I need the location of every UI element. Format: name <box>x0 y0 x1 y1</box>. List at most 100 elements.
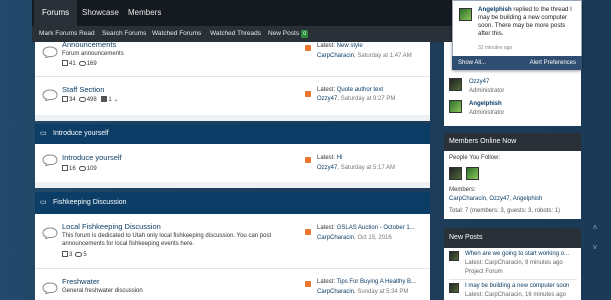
avatar-angelphish[interactable] <box>449 100 462 113</box>
messages-icon <box>75 252 83 257</box>
forum-latest: Latest: Tips For Buying A Healthy B... <box>317 279 417 285</box>
rss-icon[interactable] <box>305 91 311 97</box>
category-header-introduce[interactable]: ▭ Introduce yourself <box>35 124 430 144</box>
alert-footer: Show All... Alert Preferences <box>452 56 582 70</box>
folder-icon: ▭ <box>40 130 47 137</box>
forum-title[interactable]: Announcements <box>62 40 116 49</box>
rss-icon[interactable] <box>305 157 311 163</box>
forum-latest-meta: Ozzy47, Saturday at 9:27 PM <box>317 96 396 102</box>
forum-bubble-icon <box>42 227 58 239</box>
latest-author-link[interactable]: Ozzy47 <box>317 165 337 171</box>
threads-icon <box>62 96 68 102</box>
forum-latest: Latest: Hi <box>317 155 343 161</box>
latest-thread-link[interactable]: Quote author text <box>337 87 383 93</box>
forum-row-announcements[interactable]: Announcements Forum announcements 41 169 … <box>35 40 430 74</box>
alert-avatar[interactable] <box>459 8 472 21</box>
members-total: Total: 7 (members: 3, guests: 3, robots:… <box>449 208 561 214</box>
latest-author-link[interactable]: CarpCharacin <box>317 289 354 295</box>
latest-thread-link[interactable]: Tips For Buying A Healthy B... <box>337 279 416 285</box>
forum-description: Forum announcements <box>62 51 124 57</box>
tab-members[interactable]: Members <box>120 0 169 26</box>
forum-row-introduce[interactable]: Introduce yourself 16 109 Latest: Hi Ozzy… <box>35 148 430 180</box>
forum-row-staff[interactable]: Staff Section 34 498 1 ⌄ Latest: Quote au… <box>35 82 430 112</box>
watched-threads-link[interactable]: Watched Threads <box>210 26 261 42</box>
latest-thread-link[interactable]: GSLAS Auction - October 1... <box>337 225 415 231</box>
tab-forums[interactable]: Forums <box>34 0 78 26</box>
node-gap <box>35 182 430 188</box>
latest-thread-link[interactable]: Hi <box>337 155 343 161</box>
members-online-header: Members Online Now <box>444 133 581 151</box>
followed-avatar-ozzy47[interactable] <box>449 167 462 180</box>
threads-icon <box>62 165 68 171</box>
alert-preferences-link[interactable]: Alert Preferences <box>530 56 576 70</box>
forum-row-freshwater[interactable]: Freshwater General freshwater discussion… <box>35 272 430 300</box>
new-post-avatar <box>449 251 459 261</box>
row-divider <box>35 268 430 269</box>
subforum-icon <box>101 96 108 102</box>
forum-bubble-icon <box>42 89 58 101</box>
forum-row-local-fishkeeping[interactable]: Local Fishkeeping Discussion This forum … <box>35 218 430 262</box>
latest-author-link[interactable]: Ozzy47 <box>317 96 337 102</box>
forum-bubble-icon <box>42 46 58 58</box>
avatar-ozzy47[interactable] <box>449 78 462 91</box>
forum-title[interactable]: Local Fishkeeping Discussion <box>62 222 161 231</box>
alert-time: 32 minutes ago <box>478 45 513 51</box>
members-list[interactable]: CarpCharacin, Ozzy47, Angelphish <box>449 196 542 202</box>
messages-icon <box>78 97 86 102</box>
chevron-down-icon[interactable]: ⌄ <box>113 97 118 103</box>
forum-stats: 41 169 <box>62 60 97 67</box>
forum-latest-meta: Ozzy47, Saturday at 5:17 AM <box>317 165 396 171</box>
forum-title[interactable]: Freshwater <box>62 277 100 286</box>
watched-forums-link[interactable]: Watched Forums <box>152 26 201 42</box>
tab-showcase[interactable]: Showcase <box>74 0 127 26</box>
forum-description: General freshwater discussion <box>62 288 143 294</box>
new-post-forum: Project Forum <box>465 269 503 275</box>
new-post-title[interactable]: I may be building a new computer soon <box>465 283 569 289</box>
latest-thread-link[interactable]: New style <box>337 43 363 49</box>
new-post-meta: Latest: CarpCharacin, 9 minutes ago <box>465 260 563 266</box>
forum-stats: 16 109 <box>62 165 97 172</box>
threads-icon <box>62 251 68 257</box>
members-label: Members: <box>449 187 476 193</box>
forum-description: This forum is dedicated to Utah only loc… <box>62 233 272 247</box>
staff-name: Ozzy47 <box>469 79 490 85</box>
alert-text[interactable]: Angelphish replied to the thread I may b… <box>478 6 578 38</box>
forum-bubble-icon <box>42 282 58 294</box>
rss-icon[interactable] <box>305 45 311 51</box>
row-divider <box>449 279 577 280</box>
scroll-down-icon[interactable]: ˅ <box>591 244 599 252</box>
folder-icon: ▭ <box>40 199 47 206</box>
forum-title[interactable]: Introduce yourself <box>62 153 122 162</box>
followed-avatar-angelphish[interactable] <box>466 167 479 180</box>
rss-icon[interactable] <box>305 281 311 287</box>
row-divider <box>35 76 430 77</box>
scroll-up-icon[interactable]: ˄ <box>591 224 599 232</box>
category-header-fishkeeping[interactable]: ▭ Fishkeeping Discussion <box>35 192 430 214</box>
forum-bubble-icon <box>42 154 58 166</box>
node-gap <box>35 115 430 121</box>
forum-latest-meta: CarpCharacin, Sunday at 5:34 PM <box>317 289 409 295</box>
show-all-alerts-link[interactable]: Show All... <box>458 56 486 70</box>
forum-title[interactable]: Staff Section <box>62 85 104 94</box>
staff-name: Angelphish <box>469 101 502 107</box>
new-posts-link[interactable]: New Posts 0 <box>268 26 309 42</box>
forum-latest-meta: CarpCharacin, Saturday at 1:47 AM <box>317 53 412 59</box>
forum-stats: 35 <box>62 251 87 258</box>
people-you-follow-label: People You Follow: <box>449 155 501 161</box>
staff-role: Administrator <box>469 110 505 116</box>
new-posts-badge: 0 <box>301 30 309 38</box>
new-posts-header: New Posts <box>444 228 581 248</box>
new-post-avatar <box>449 283 459 293</box>
forum-stats: 34 498 1 ⌄ <box>62 96 118 103</box>
new-post-meta: Latest: CarpCharacin, 16 minutes ago <box>465 292 567 298</box>
forum-latest: Latest: New style <box>317 43 363 49</box>
rss-icon[interactable] <box>305 229 311 235</box>
forum-latest: Latest: Quote author text <box>317 87 384 93</box>
messages-icon <box>78 166 86 171</box>
threads-icon <box>62 60 68 66</box>
staff-role: Administrator <box>469 88 505 94</box>
latest-author-link[interactable]: CarpCharacin <box>317 235 354 241</box>
forum-latest: Latest: GSLAS Auction - October 1... <box>317 225 415 231</box>
latest-author-link[interactable]: CarpCharacin <box>317 53 354 59</box>
new-post-title[interactable]: When are we going to start working o... <box>465 251 569 257</box>
